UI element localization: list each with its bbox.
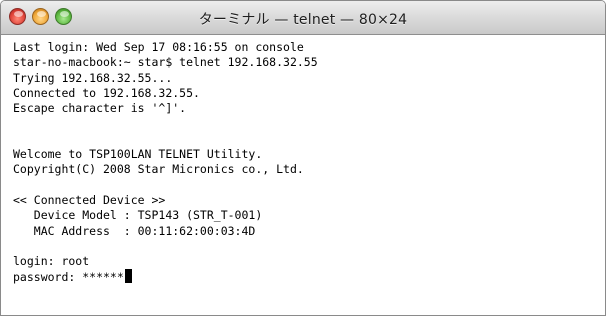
- password-prompt: password: ******: [13, 270, 124, 285]
- terminal-line: login: root: [13, 254, 90, 269]
- window-title: ターミナル — telnet — 80×24: [198, 12, 408, 28]
- terminal-line: Trying 192.168.32.55...: [13, 70, 173, 85]
- terminal-line: MAC Address : 00:11:62:00:03:4D: [13, 223, 256, 238]
- terminal-line: Escape character is '^]'.: [13, 101, 187, 116]
- terminal-line: Welcome to TSP100LAN TELNET Utility.: [13, 147, 263, 162]
- text-cursor: [124, 269, 132, 284]
- terminal-line: star-no-macbook:~ star$ telnet 192.168.3…: [13, 55, 318, 70]
- terminal-line: << Connected Device >>: [13, 192, 166, 207]
- terminal-line: Last login: Wed Sep 17 08:16:55 on conso…: [13, 40, 304, 54]
- terminal-window: ターミナル — telnet — 80×24 Last login: Wed S…: [0, 0, 606, 316]
- terminal-output[interactable]: Last login: Wed Sep 17 08:16:55 on conso…: [1, 35, 605, 315]
- terminal-line: Connected to 192.168.32.55.: [13, 85, 200, 100]
- terminal-line: Device Model : TSP143 (STR_T-001): [13, 208, 263, 223]
- title-bar[interactable]: ターミナル — telnet — 80×24: [1, 1, 605, 35]
- terminal-prompt-line: password: ******: [13, 269, 605, 284]
- terminal-line: Copyright(C) 2008 Star Micronics co., Lt…: [13, 162, 304, 177]
